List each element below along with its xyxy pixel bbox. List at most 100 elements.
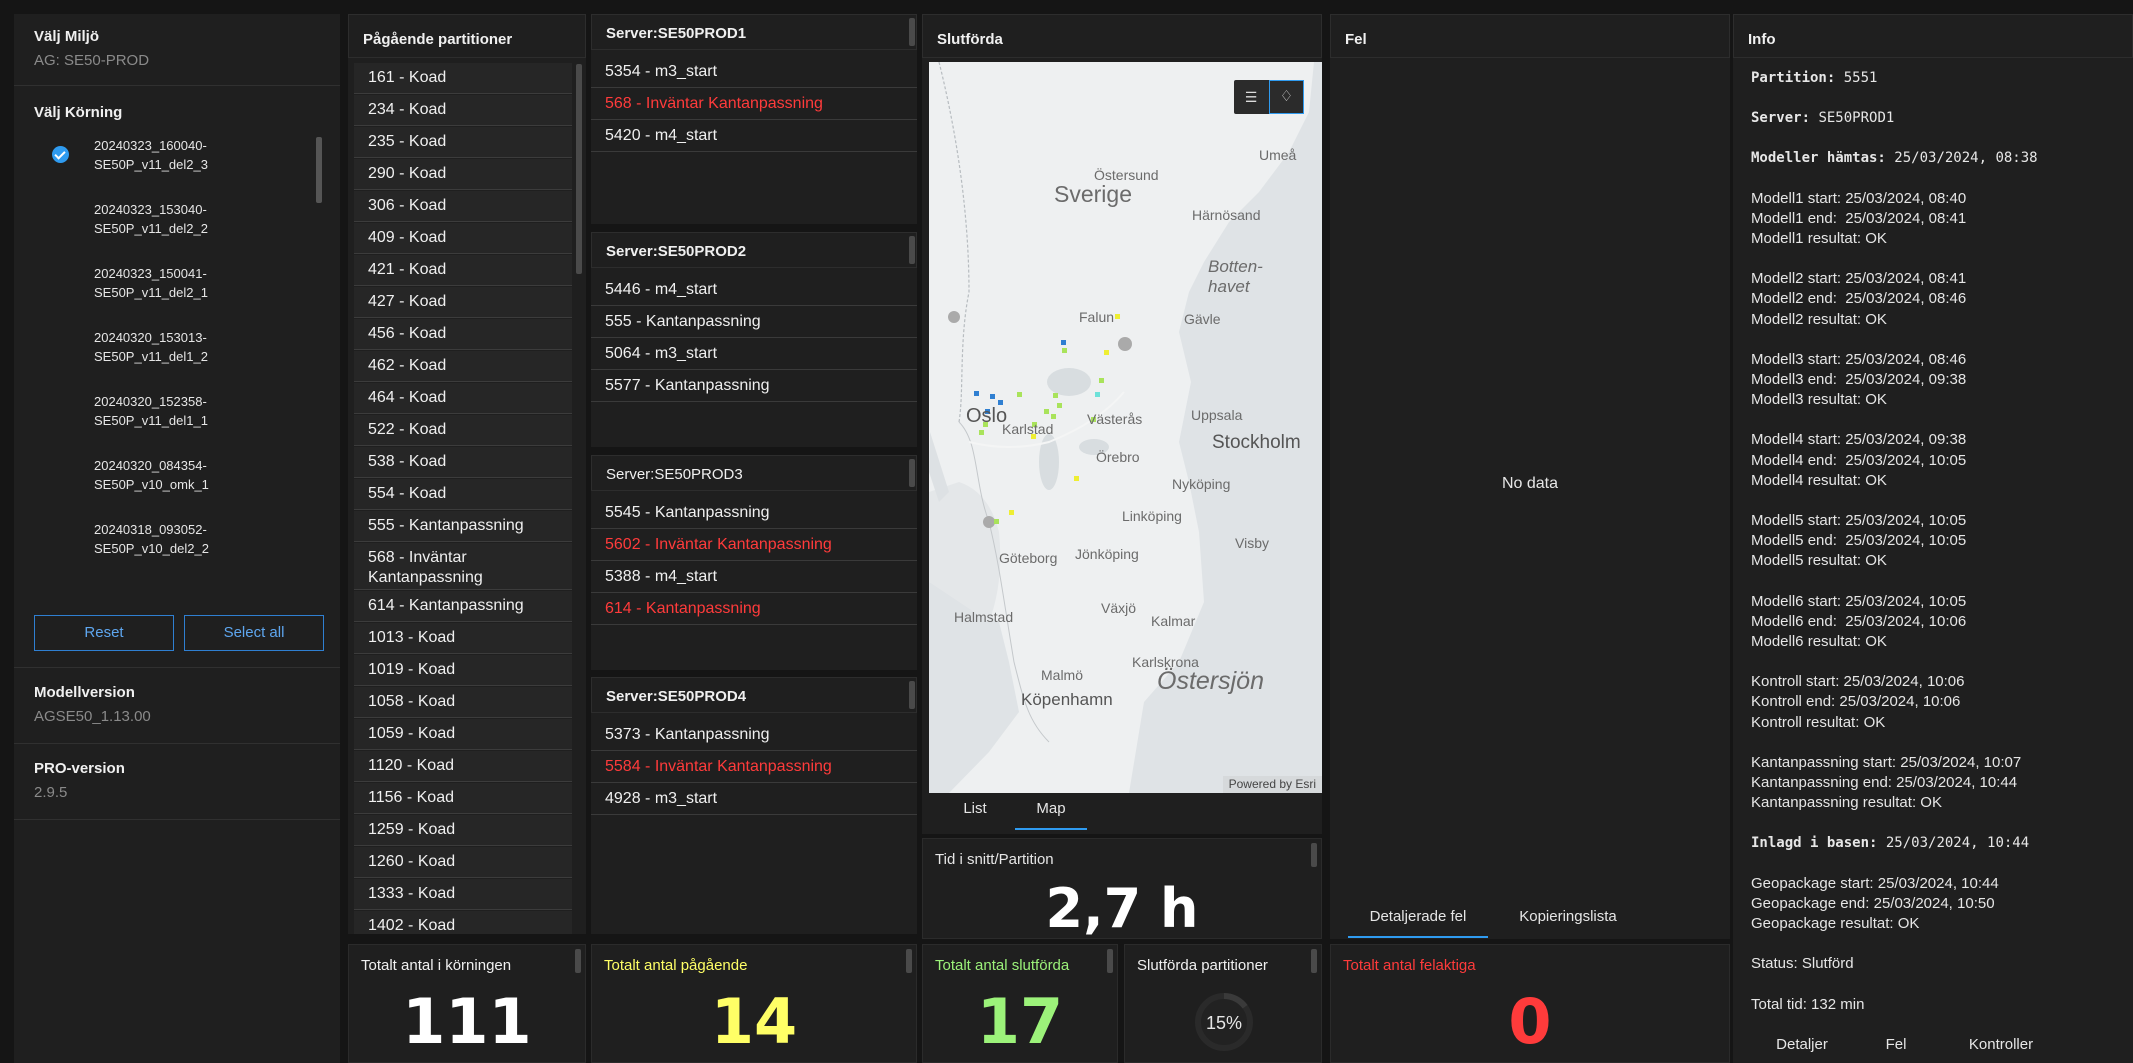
run-item-line2: SE50P_v10_del2_2 bbox=[94, 541, 209, 556]
completed-map[interactable]: Sverige Östersund Umeå Härnösand Botten-… bbox=[929, 62, 1322, 793]
run-item[interactable]: 20240323_150041- SE50P_v11_del2_1 bbox=[14, 264, 304, 328]
map-label-sverige: Sverige bbox=[1054, 181, 1132, 207]
info-key: Modell5 start: bbox=[1751, 512, 1842, 530]
ongoing-partition-row[interactable]: 290 - Koad bbox=[354, 159, 572, 190]
ongoing-partition-row[interactable]: 1260 - Koad bbox=[354, 847, 572, 878]
ongoing-partition-row[interactable]: 464 - Koad bbox=[354, 383, 572, 414]
ongoing-partition-row[interactable]: 1058 - Koad bbox=[354, 687, 572, 718]
server-partition-row[interactable]: 5602 - Inväntar Kantanpassning bbox=[591, 529, 917, 561]
ongoing-partition-row[interactable]: 614 - Kantanpassning bbox=[354, 591, 572, 622]
server-partition-row[interactable]: 5577 - Kantanpassning bbox=[591, 370, 917, 402]
ongoing-partition-row[interactable]: 409 - Koad bbox=[354, 223, 572, 254]
map-label-bottenhavet-2: havet bbox=[1208, 277, 1251, 296]
ongoing-partition-row[interactable]: 1259 - Koad bbox=[354, 815, 572, 846]
env-value[interactable]: AG: SE50-PROD bbox=[34, 52, 149, 69]
info-key: Modell2 start: bbox=[1751, 270, 1842, 288]
map-label-ostersund: Östersund bbox=[1094, 166, 1159, 183]
info-line: Modell4 resultat: OK bbox=[1751, 471, 2131, 491]
ongoing-count-scrollbar[interactable] bbox=[906, 949, 912, 973]
run-item[interactable]: 20240323_160040- SE50P_v11_del2_3 bbox=[14, 136, 304, 200]
server-partition-row[interactable]: 5373 - Kantanpassning bbox=[591, 719, 917, 751]
info-key: Server: bbox=[1751, 110, 1811, 127]
ongoing-partition-row[interactable]: 1013 - Koad bbox=[354, 623, 572, 654]
ongoing-partition-row[interactable]: 1333 - Koad bbox=[354, 879, 572, 910]
ongoing-partition-row[interactable]: 462 - Koad bbox=[354, 351, 572, 382]
legend-icon[interactable]: ☰ bbox=[1234, 80, 1268, 114]
server-partition-row[interactable]: 5545 - Kantanpassning bbox=[591, 497, 917, 529]
map-label-stockholm: Stockholm bbox=[1212, 432, 1301, 453]
server-scrollbar[interactable] bbox=[909, 681, 915, 709]
server-scrollbar[interactable] bbox=[909, 236, 915, 264]
info-value: OK bbox=[1865, 633, 1887, 651]
layers-icon[interactable]: ♢ bbox=[1269, 80, 1304, 114]
ongoing-partition-row[interactable]: 421 - Koad bbox=[354, 255, 572, 286]
info-line: Modell2 end: 25/03/2024, 08:46 bbox=[1751, 289, 2131, 309]
ongoing-partition-row[interactable]: 568 - Inväntar Kantanpassning bbox=[354, 543, 572, 590]
ongoing-partition-row[interactable]: 1059 - Koad bbox=[354, 719, 572, 750]
completed-count-scrollbar[interactable] bbox=[1107, 949, 1113, 973]
avg-time-scrollbar[interactable] bbox=[1311, 843, 1317, 867]
ongoing-partition-row[interactable]: 555 - Kantanpassning bbox=[354, 511, 572, 542]
run-item[interactable]: 20240320_153013- SE50P_v11_del1_2 bbox=[14, 328, 304, 392]
server-partition-row[interactable]: 568 - Inväntar Kantanpassning bbox=[591, 88, 917, 120]
server-partition-row[interactable]: 5064 - m3_start bbox=[591, 338, 917, 370]
ongoing-partition-row[interactable]: 1402 - Koad bbox=[354, 911, 572, 934]
server-partition-row[interactable]: 5420 - m4_start bbox=[591, 120, 917, 152]
map-oslo-dot bbox=[948, 311, 960, 323]
select-all-button[interactable]: Select all bbox=[184, 615, 324, 651]
tab-copy-list[interactable]: Kopieringslista bbox=[1498, 898, 1638, 938]
run-item[interactable]: 20240320_152358- SE50P_v11_del1_1 bbox=[14, 392, 304, 456]
info-line: Modell6 start: 25/03/2024, 10:05 bbox=[1751, 592, 2131, 612]
ongoing-partition-row[interactable]: 1156 - Koad bbox=[354, 783, 572, 814]
ongoing-partition-row[interactable]: 456 - Koad bbox=[354, 319, 572, 350]
server-partition-row[interactable]: 5354 - m3_start bbox=[591, 56, 917, 88]
ongoing-partition-row[interactable]: 1019 - Koad bbox=[354, 655, 572, 686]
completed-pct-scrollbar[interactable] bbox=[1311, 949, 1317, 973]
info-key: Modell3 resultat: bbox=[1751, 391, 1862, 409]
tab-info-errors[interactable]: Fel bbox=[1861, 1026, 1931, 1063]
tab-map[interactable]: Map bbox=[1015, 790, 1087, 830]
ongoing-partition-row[interactable]: 538 - Koad bbox=[354, 447, 572, 478]
ongoing-partition-row[interactable]: 554 - Koad bbox=[354, 479, 572, 510]
server-partition-row[interactable]: 5584 - Inväntar Kantanpassning bbox=[591, 751, 917, 783]
total-scrollbar[interactable] bbox=[575, 949, 581, 973]
server-scrollbar[interactable] bbox=[909, 459, 915, 487]
ongoing-partition-row[interactable]: 161 - Koad bbox=[354, 63, 572, 94]
ongoing-scrollbar[interactable] bbox=[576, 64, 582, 274]
run-item[interactable]: 20240323_153040- SE50P_v11_del2_2 bbox=[14, 200, 304, 264]
model-version-section: Modellversion AGSE50_1.13.00 bbox=[14, 668, 340, 744]
info-line: Modell2 resultat: OK bbox=[1751, 310, 2131, 330]
map-svg[interactable]: Sverige Östersund Umeå Härnösand Botten-… bbox=[929, 62, 1322, 793]
info-title: Info bbox=[1733, 14, 2133, 58]
server-partition-row[interactable]: 614 - Kantanpassning bbox=[591, 593, 917, 625]
tab-details[interactable]: Detaljer bbox=[1753, 1026, 1851, 1063]
server-partition-row[interactable]: 5446 - m4_start bbox=[591, 274, 917, 306]
reset-button[interactable]: Reset bbox=[34, 615, 174, 651]
run-list-scrollbar[interactable] bbox=[316, 137, 322, 203]
run-item[interactable]: 20240320_084354- SE50P_v10_omk_1 bbox=[14, 456, 304, 520]
ongoing-partition-row[interactable]: 427 - Koad bbox=[354, 287, 572, 318]
ongoing-partition-row[interactable]: 235 - Koad bbox=[354, 127, 572, 158]
run-item[interactable]: 20240318_093052- SE50P_v10_del2_2 bbox=[14, 520, 304, 584]
server-panel: Server:SE50PROD4 5373 - Kantanpassning 558… bbox=[591, 677, 917, 934]
server-partition-row[interactable]: 555 - Kantanpassning bbox=[591, 306, 917, 338]
tab-detailed-errors[interactable]: Detaljerade fel bbox=[1348, 898, 1488, 938]
errors-empty-text: No data bbox=[1501, 475, 1559, 492]
server-partition-row[interactable]: 5388 - m4_start bbox=[591, 561, 917, 593]
info-line: Kontroll start: 25/03/2024, 10:06 bbox=[1751, 672, 2131, 692]
info-line: Modell6 resultat: OK bbox=[1751, 632, 2131, 652]
ongoing-partition-row[interactable]: 1120 - Koad bbox=[354, 751, 572, 782]
ongoing-partition-row[interactable]: 234 - Koad bbox=[354, 95, 572, 126]
ongoing-partition-row[interactable]: 522 - Koad bbox=[354, 415, 572, 446]
server-scrollbar[interactable] bbox=[909, 18, 915, 46]
map-label-kalmar: Kalmar bbox=[1151, 613, 1196, 629]
info-key: Kantanpassning resultat: bbox=[1751, 794, 1917, 812]
run-item-label: 20240320_153013- SE50P_v11_del1_2 bbox=[94, 328, 208, 366]
ongoing-partition-row[interactable]: 306 - Koad bbox=[354, 191, 572, 222]
tab-controls[interactable]: Kontroller bbox=[1941, 1026, 2061, 1063]
failed-count-card: Totalt antal felaktiga 0 bbox=[1330, 944, 1730, 1063]
tab-list[interactable]: List bbox=[945, 790, 1005, 830]
info-key: Modell1 start: bbox=[1751, 189, 1842, 207]
server-partition-row[interactable]: 4928 - m3_start bbox=[591, 783, 917, 815]
